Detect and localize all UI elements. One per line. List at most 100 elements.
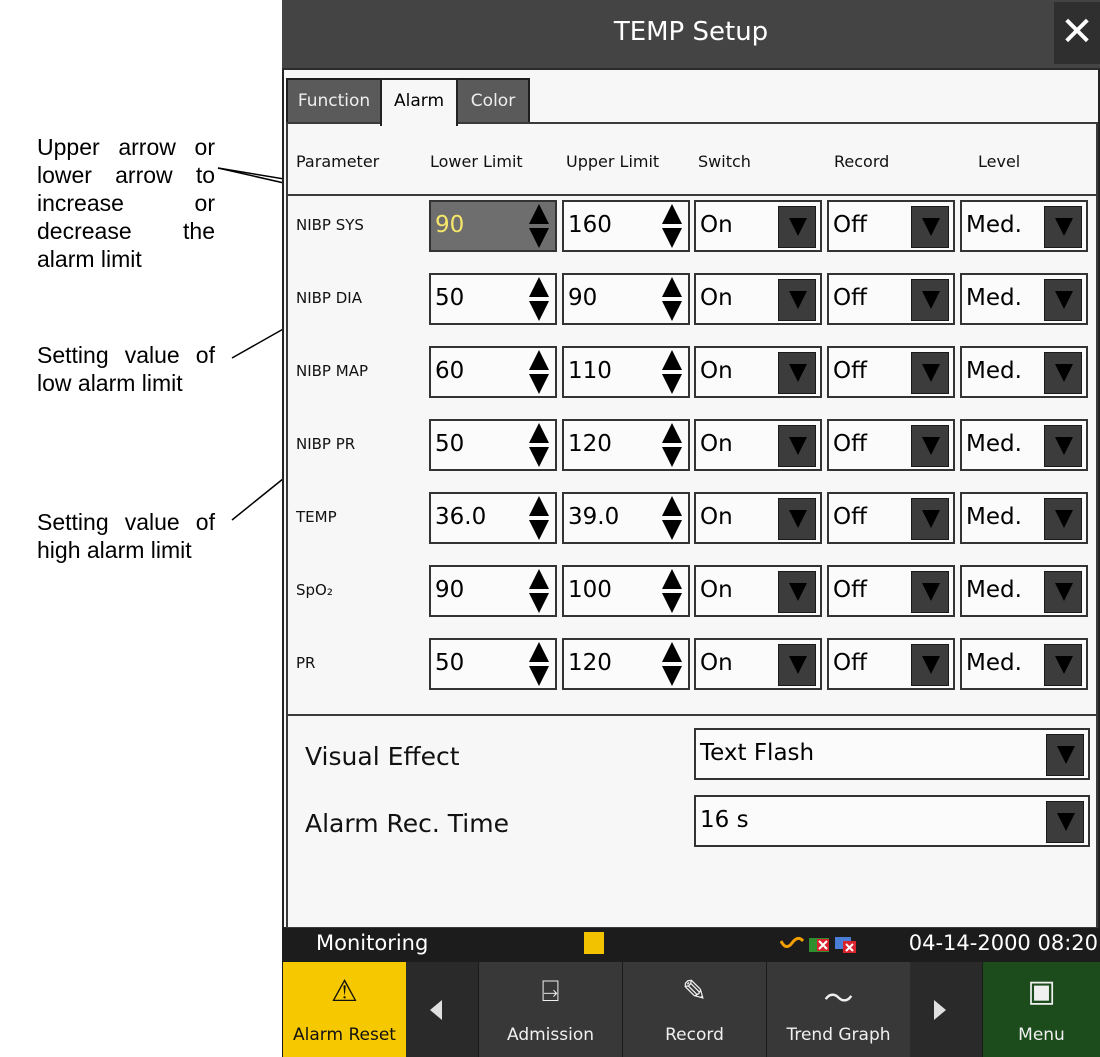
switch-select[interactable]: On: [694, 419, 822, 471]
record-select[interactable]: Off: [827, 419, 955, 471]
switch-value: On: [700, 577, 733, 603]
chevron-down-icon[interactable]: [1044, 425, 1082, 467]
up-down-arrows-icon[interactable]: [527, 569, 551, 613]
chevron-down-icon[interactable]: [778, 279, 816, 321]
lower-limit-field[interactable]: 60: [429, 346, 557, 398]
header-record: Record: [834, 152, 890, 171]
up-down-arrows-icon[interactable]: [527, 642, 551, 686]
upper-limit-field[interactable]: 110: [562, 346, 690, 398]
up-down-arrows-icon[interactable]: [660, 350, 684, 394]
chevron-down-icon[interactable]: [911, 644, 949, 686]
switch-select[interactable]: On: [694, 346, 822, 398]
close-icon: ✕: [1060, 9, 1094, 55]
up-down-arrows-icon[interactable]: [527, 496, 551, 540]
header-parameter: Parameter: [296, 152, 380, 171]
parameter-label: TEMP: [296, 508, 337, 526]
chevron-down-icon[interactable]: [778, 498, 816, 540]
level-select[interactable]: Med.: [960, 565, 1088, 617]
up-down-arrows-icon[interactable]: [660, 569, 684, 613]
lower-limit-field[interactable]: 90: [429, 200, 557, 252]
switch-select[interactable]: On: [694, 638, 822, 690]
chevron-down-icon[interactable]: [911, 206, 949, 248]
record-select[interactable]: Off: [827, 273, 955, 325]
up-down-arrows-icon[interactable]: [527, 204, 551, 248]
admission-label: Admission: [506, 1025, 595, 1045]
parameter-label: PR: [296, 654, 316, 672]
lower-limit-field[interactable]: 50: [429, 638, 557, 690]
up-down-arrows-icon[interactable]: [527, 423, 551, 467]
record-select[interactable]: Off: [827, 565, 955, 617]
lower-limit-field[interactable]: 50: [429, 419, 557, 471]
chevron-down-icon[interactable]: [1044, 498, 1082, 540]
record-select[interactable]: Off: [827, 346, 955, 398]
upper-limit-value: 160: [568, 212, 612, 238]
up-down-arrows-icon[interactable]: [527, 277, 551, 321]
upper-limit-field[interactable]: 100: [562, 565, 690, 617]
admission-button[interactable]: ⍈ Admission: [478, 962, 622, 1057]
record-select[interactable]: Off: [827, 638, 955, 690]
switch-select[interactable]: On: [694, 200, 822, 252]
level-select[interactable]: Med.: [960, 419, 1088, 471]
up-down-arrows-icon[interactable]: [660, 642, 684, 686]
chevron-down-icon[interactable]: [1044, 352, 1082, 394]
chevron-down-icon[interactable]: [1046, 801, 1084, 843]
up-down-arrows-icon[interactable]: [660, 423, 684, 467]
chevron-down-icon[interactable]: [911, 425, 949, 467]
up-down-arrows-icon[interactable]: [660, 277, 684, 321]
alarm-rec-time-select[interactable]: 16 s: [694, 795, 1090, 847]
record-button[interactable]: ✎ Record: [622, 962, 766, 1057]
switch-select[interactable]: On: [694, 492, 822, 544]
chevron-down-icon[interactable]: [1046, 734, 1084, 776]
chevron-down-icon[interactable]: [911, 279, 949, 321]
trend-graph-button[interactable]: 〜 Trend Graph: [766, 962, 910, 1057]
tab-alarm[interactable]: Alarm: [380, 78, 458, 126]
level-select[interactable]: Med.: [960, 638, 1088, 690]
record-value: Off: [833, 431, 867, 457]
alarm-reset-button[interactable]: ⚠ Alarm Reset: [282, 962, 406, 1057]
chevron-down-icon[interactable]: [1044, 644, 1082, 686]
lower-limit-value: 60: [435, 358, 465, 384]
record-select[interactable]: Off: [827, 492, 955, 544]
dialog-titlebar: TEMP Setup ✕: [282, 0, 1100, 70]
wave-icon: [780, 936, 804, 948]
upper-limit-field[interactable]: 39.0: [562, 492, 690, 544]
chevron-down-icon[interactable]: [778, 352, 816, 394]
close-button[interactable]: ✕: [1054, 2, 1100, 64]
level-select[interactable]: Med.: [960, 346, 1088, 398]
visual-effect-select[interactable]: Text Flash: [694, 728, 1090, 780]
lower-limit-value: 50: [435, 285, 465, 311]
level-select[interactable]: Med.: [960, 492, 1088, 544]
record-label: Record: [665, 1025, 724, 1045]
lower-limit-field[interactable]: 90: [429, 565, 557, 617]
switch-select[interactable]: On: [694, 273, 822, 325]
chevron-down-icon[interactable]: [778, 644, 816, 686]
up-down-arrows-icon[interactable]: [660, 496, 684, 540]
chevron-down-icon[interactable]: [1044, 206, 1082, 248]
level-select[interactable]: Med.: [960, 200, 1088, 252]
upper-limit-field[interactable]: 90: [562, 273, 690, 325]
chevron-down-icon[interactable]: [778, 425, 816, 467]
upper-limit-field[interactable]: 120: [562, 638, 690, 690]
chevron-down-icon[interactable]: [911, 352, 949, 394]
tab-color[interactable]: Color: [456, 78, 530, 124]
up-down-arrows-icon[interactable]: [527, 350, 551, 394]
up-down-arrows-icon[interactable]: [660, 204, 684, 248]
chevron-down-icon[interactable]: [1044, 571, 1082, 613]
chevron-down-icon[interactable]: [911, 571, 949, 613]
lower-limit-field[interactable]: 50: [429, 273, 557, 325]
level-select[interactable]: Med.: [960, 273, 1088, 325]
lower-limit-field[interactable]: 36.0: [429, 492, 557, 544]
switch-select[interactable]: On: [694, 565, 822, 617]
upper-limit-field[interactable]: 160: [562, 200, 690, 252]
chevron-down-icon[interactable]: [778, 206, 816, 248]
nav-left-button[interactable]: [406, 962, 478, 1057]
chevron-down-icon[interactable]: [1044, 279, 1082, 321]
nav-right-button[interactable]: [910, 962, 982, 1057]
record-select[interactable]: Off: [827, 200, 955, 252]
menu-button[interactable]: ▣ Menu: [982, 962, 1100, 1057]
chevron-down-icon[interactable]: [911, 498, 949, 540]
alarm-settings-content: Parameter Lower Limit Upper Limit Switch…: [286, 122, 1098, 929]
tab-function[interactable]: Function: [286, 78, 382, 124]
chevron-down-icon[interactable]: [778, 571, 816, 613]
upper-limit-field[interactable]: 120: [562, 419, 690, 471]
